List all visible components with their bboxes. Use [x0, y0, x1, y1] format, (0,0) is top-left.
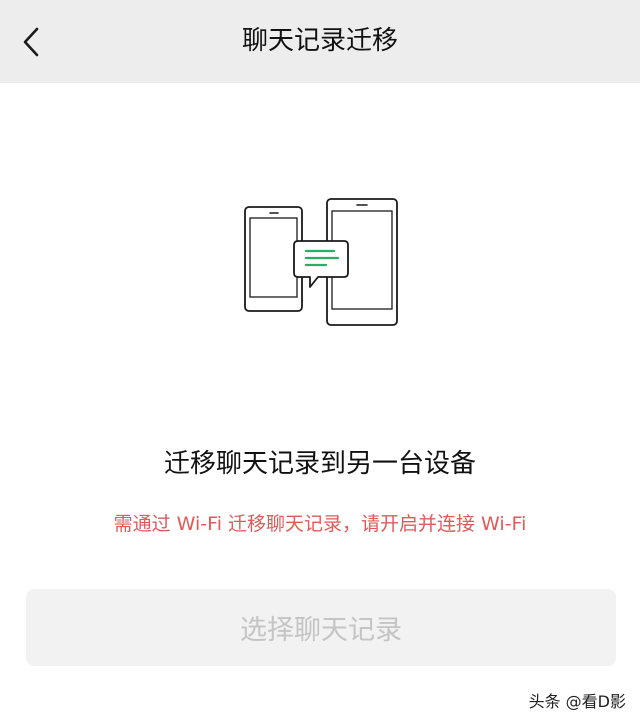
- page-title: 聊天记录迁移: [241, 26, 398, 56]
- phones-transfer-icon: [244, 198, 398, 326]
- transfer-heading: 迁移聊天记录到另一台设备: [163, 449, 476, 479]
- watermark: 头条 @看D影: [528, 692, 626, 711]
- wifi-notice: 需通过 Wi-Fi 迁移聊天记录，请开启并连接 Wi-Fi: [113, 513, 527, 535]
- select-chats-button[interactable]: 选择聊天记录: [26, 589, 616, 666]
- nav-bar: 聊天记录迁移: [0, 0, 640, 83]
